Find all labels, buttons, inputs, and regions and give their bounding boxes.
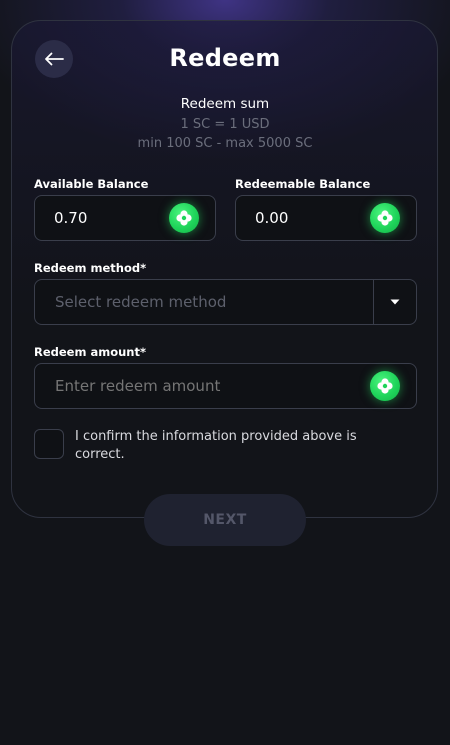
redeem-method-select[interactable]: Select redeem method bbox=[34, 279, 417, 325]
dropdown-toggle-button[interactable] bbox=[374, 280, 416, 324]
redeem-amount-label: Redeem amount* bbox=[34, 345, 147, 359]
page-title: Redeem bbox=[169, 44, 281, 72]
available-balance-value: 0.70 bbox=[54, 209, 88, 227]
confirm-checkbox[interactable] bbox=[34, 429, 64, 459]
confirm-text: I confirm the information provided above… bbox=[75, 429, 357, 462]
redeem-amount-field[interactable] bbox=[34, 363, 417, 409]
redeem-method-label: Redeem method* bbox=[34, 261, 147, 275]
redeem-method-placeholder: Select redeem method bbox=[55, 293, 227, 311]
available-balance-label: Available Balance bbox=[34, 177, 149, 191]
caret-down-icon bbox=[390, 299, 400, 305]
conversion-rate: 1 SC = 1 USD bbox=[180, 117, 270, 132]
sweep-coin-icon bbox=[370, 371, 400, 401]
redeem-limits: min 100 SC - max 5000 SC bbox=[137, 136, 313, 151]
redeemable-balance-label: Redeemable Balance bbox=[235, 177, 371, 191]
redeemable-balance-value: 0.00 bbox=[255, 209, 289, 227]
redeem-amount-input[interactable] bbox=[55, 364, 355, 408]
next-button[interactable]: NEXT bbox=[144, 494, 306, 546]
sweep-coin-icon bbox=[370, 203, 400, 233]
available-balance-field: 0.70 bbox=[34, 195, 216, 241]
sweep-coin-icon bbox=[169, 203, 199, 233]
redeem-sum-heading: Redeem sum bbox=[180, 96, 270, 112]
redeemable-balance-field: 0.00 bbox=[235, 195, 417, 241]
